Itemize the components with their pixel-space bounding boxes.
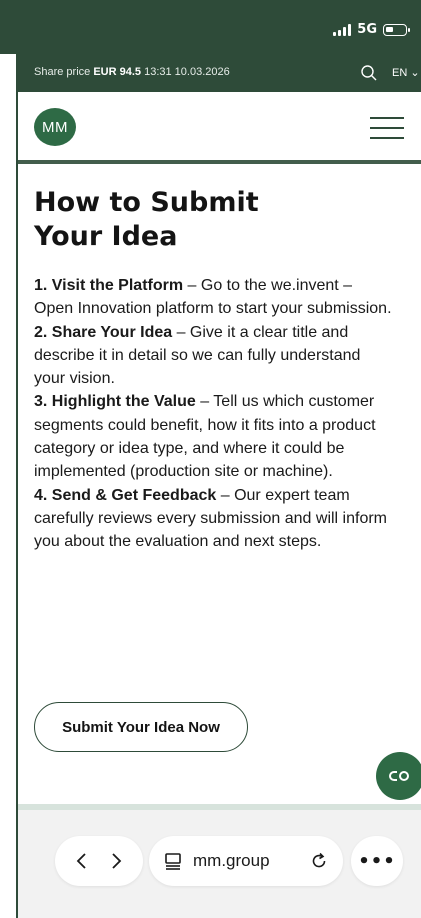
- main-content: How to Submit Your Idea 1. Visit the Pla…: [18, 164, 421, 804]
- step-item: 2. Share Your Idea – Give it a clear tit…: [34, 321, 394, 391]
- network-label: 5G: [357, 22, 377, 37]
- status-indicators: 5G: [333, 22, 410, 37]
- battery-icon: [383, 23, 410, 36]
- submit-idea-button[interactable]: Submit Your Idea Now: [34, 702, 248, 752]
- share-price-label: Share price: [34, 66, 91, 78]
- url-text: mm.group: [193, 851, 270, 870]
- mm-logo[interactable]: MM: [34, 108, 76, 146]
- language-selector[interactable]: EN ⌄: [392, 66, 420, 79]
- share-price-text: Share price EUR 94.5 13:31 10.03.2026: [34, 66, 230, 78]
- browser-chrome: mm.group •••: [18, 804, 421, 918]
- share-price-bar: Share price EUR 94.5 13:31 10.03.2026 EN…: [16, 54, 421, 92]
- hamburger-menu-icon[interactable]: [370, 114, 404, 142]
- status-bar: 5G: [0, 0, 421, 54]
- site-header: MM: [18, 92, 421, 164]
- page-title: How to Submit Your Idea: [34, 187, 259, 252]
- nav-buttons: [55, 836, 143, 886]
- share-price-value: EUR 94.5: [93, 66, 142, 78]
- steps-list: 1. Visit the Platform – Go to the we.inv…: [34, 274, 394, 554]
- step-item: 3. Highlight the Value – Tell us which c…: [34, 390, 394, 483]
- step-heading: 3. Highlight the Value: [34, 393, 196, 411]
- step-item: 1. Visit the Platform – Go to the we.inv…: [34, 274, 394, 321]
- more-options-button[interactable]: •••: [351, 836, 403, 886]
- browser-toolbar: mm.group •••: [18, 810, 421, 918]
- language-label: EN: [392, 67, 408, 79]
- chevron-down-icon: ⌄: [410, 67, 420, 79]
- signal-strength-icon: [333, 23, 352, 36]
- left-rail: [0, 54, 16, 918]
- site-info-icon[interactable]: [163, 851, 183, 871]
- step-item: 4. Send & Get Feedback – Our expert team…: [34, 484, 394, 554]
- step-heading: 1. Visit the Platform: [34, 277, 184, 294]
- back-icon[interactable]: [75, 851, 89, 871]
- forward-icon[interactable]: [109, 851, 123, 871]
- step-heading: 4. Send & Get Feedback: [34, 486, 217, 504]
- share-price-timestamp: 13:31 10.03.2026: [144, 66, 230, 78]
- reload-icon[interactable]: [309, 851, 329, 871]
- address-bar[interactable]: mm.group: [149, 836, 343, 886]
- link-icon: [389, 771, 409, 781]
- step-heading: 2. Share Your Idea: [34, 323, 173, 341]
- chat-icon[interactable]: [376, 752, 421, 800]
- search-icon[interactable]: [360, 64, 378, 82]
